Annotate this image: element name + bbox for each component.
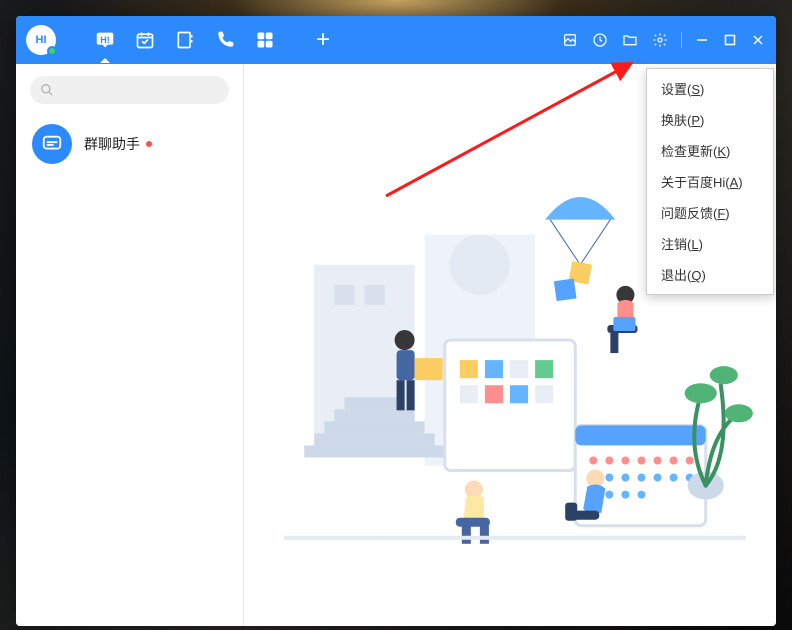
titlebar: HI H! + — [16, 16, 776, 64]
group-chat-icon — [32, 124, 72, 164]
menu-about[interactable]: 关于百度Hi(A) — [647, 166, 773, 197]
menu-logout[interactable]: 注销(L) — [647, 228, 773, 259]
status-online-icon — [47, 46, 57, 56]
search-wrap — [16, 64, 243, 112]
minimize-button[interactable] — [694, 32, 710, 48]
chat-list-item[interactable]: 群聊助手 — [16, 112, 243, 176]
maximize-button[interactable] — [722, 32, 738, 48]
tab-phone[interactable] — [214, 29, 236, 51]
settings-dropdown: 设置(S) 换肤(P) 检查更新(K) 关于百度Hi(A) 问题反馈(F) 注销… — [646, 68, 774, 295]
app-window: HI H! + — [16, 16, 776, 626]
unread-dot-icon — [146, 141, 152, 147]
menu-skin[interactable]: 换肤(P) — [647, 104, 773, 135]
avatar[interactable]: HI — [26, 25, 56, 55]
screenshot-icon[interactable] — [561, 31, 579, 49]
chat-badge-text: H! — [100, 35, 110, 45]
avatar-text: HI — [36, 34, 47, 46]
history-icon[interactable] — [591, 31, 609, 49]
tab-contacts[interactable] — [174, 29, 196, 51]
menu-settings[interactable]: 设置(S) — [647, 73, 773, 104]
sidebar: 群聊助手 — [16, 64, 244, 626]
nav-tabs: H! + — [94, 29, 334, 51]
gear-icon[interactable] — [651, 31, 669, 49]
search-icon — [40, 83, 54, 97]
tab-chat[interactable]: H! — [94, 29, 116, 51]
titlebar-right — [561, 31, 766, 49]
menu-feedback[interactable]: 问题反馈(F) — [647, 197, 773, 228]
tab-apps[interactable] — [254, 29, 276, 51]
add-button[interactable]: + — [312, 29, 334, 51]
search-input[interactable] — [30, 76, 229, 104]
separator — [681, 32, 682, 48]
chat-item-title: 群聊助手 — [84, 134, 152, 154]
close-button[interactable] — [750, 32, 766, 48]
menu-check-update[interactable]: 检查更新(K) — [647, 135, 773, 166]
tab-calendar[interactable] — [134, 29, 156, 51]
folder-icon[interactable] — [621, 31, 639, 49]
menu-quit[interactable]: 退出(Q) — [647, 259, 773, 290]
